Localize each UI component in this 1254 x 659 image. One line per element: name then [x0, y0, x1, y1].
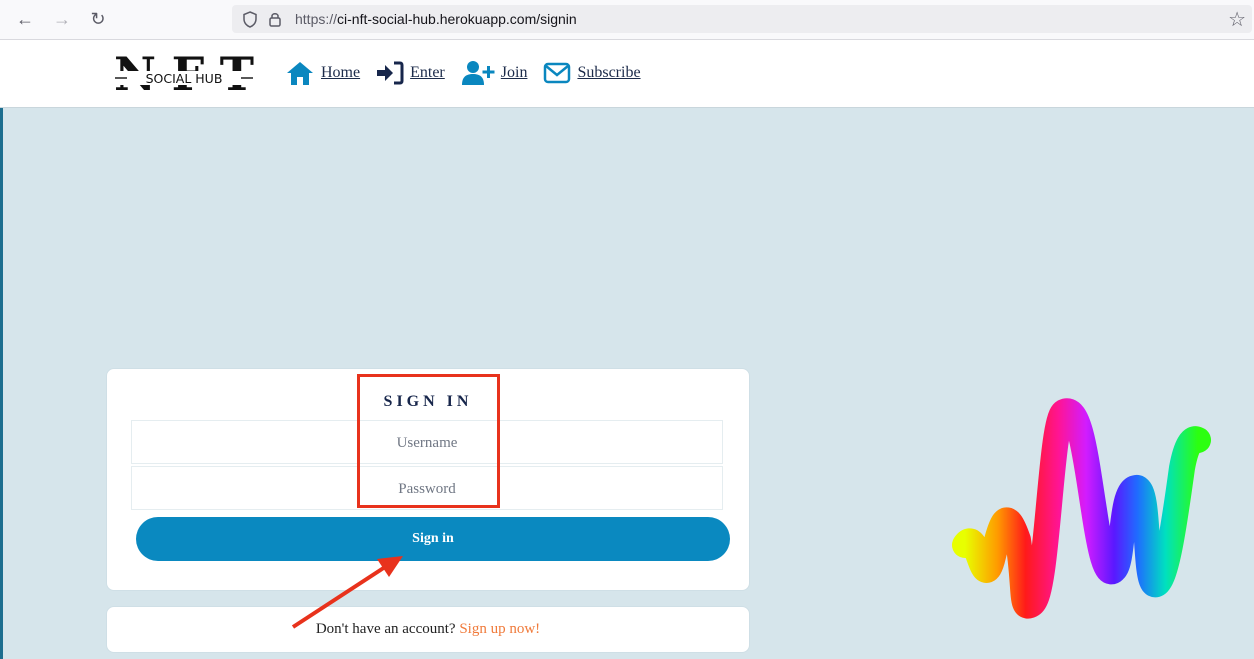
- home-icon: [287, 62, 313, 85]
- svg-text:SOCIAL HUB: SOCIAL HUB: [146, 71, 223, 86]
- address-bar[interactable]: https://ci-nft-social-hub.herokuapp.com/…: [232, 5, 1252, 33]
- browser-toolbar: ← → ↻ https://ci-nft-social-hub.herokuap…: [0, 0, 1254, 40]
- nav-home[interactable]: Home: [285, 60, 360, 86]
- signup-link[interactable]: Sign up now!: [459, 621, 540, 637]
- shield-icon: [243, 11, 257, 28]
- left-edge-strip: [0, 108, 3, 659]
- url-text: https://ci-nft-social-hub.herokuapp.com/…: [295, 11, 577, 27]
- user-plus-icon: [461, 61, 495, 85]
- nav-subscribe-label[interactable]: Subscribe: [577, 64, 640, 82]
- bookmark-star-icon[interactable]: ☆: [1228, 7, 1246, 32]
- signup-card: Don't have an account? Sign up now!: [106, 606, 750, 653]
- colorful-wave-graphic: [952, 398, 1211, 619]
- back-icon[interactable]: ←: [15, 9, 35, 29]
- sign-in-icon: [377, 61, 404, 85]
- main-nav: Home Enter Join Subscribe: [285, 60, 657, 86]
- nav-enter-label[interactable]: Enter: [410, 64, 445, 82]
- nft-social-hub-logo[interactable]: NFT SOCIAL HUB: [113, 52, 255, 98]
- nav-subscribe[interactable]: Subscribe: [543, 62, 641, 84]
- nav-join[interactable]: Join: [461, 60, 528, 86]
- annotation-arrow: [291, 556, 403, 629]
- signin-button[interactable]: Sign in: [136, 517, 730, 561]
- reload-icon[interactable]: ↻: [88, 9, 108, 29]
- forward-icon[interactable]: →: [52, 9, 72, 29]
- nav-home-label[interactable]: Home: [321, 64, 360, 82]
- nav-join-label[interactable]: Join: [501, 64, 528, 82]
- lock-icon: [269, 13, 281, 27]
- site-header: NFT SOCIAL HUB Home Enter Join Subscribe: [0, 40, 1254, 108]
- envelope-icon: [544, 62, 571, 84]
- nav-enter[interactable]: Enter: [376, 61, 445, 85]
- annotation-highlight-box: [357, 374, 500, 508]
